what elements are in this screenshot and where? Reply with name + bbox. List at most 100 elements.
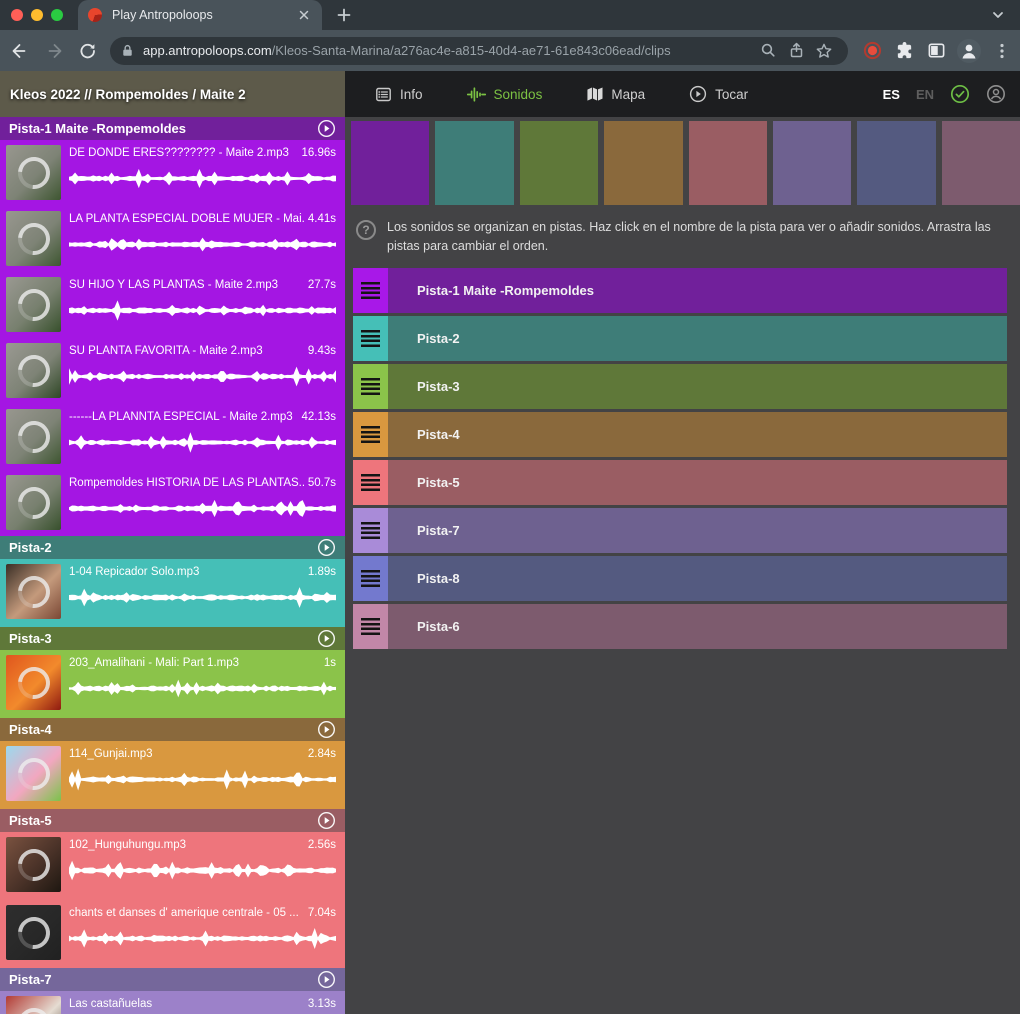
audio-clip[interactable]: 114_Gunjai.mp32.84s (0, 741, 345, 809)
track-color-swatch[interactable] (351, 121, 429, 205)
window-zoom-button[interactable] (51, 9, 63, 21)
audio-clip[interactable]: LA PLANTA ESPECIAL DOBLE MUJER - Mai...4… (0, 206, 345, 272)
back-button[interactable] (4, 36, 34, 66)
clip-body: ------LA PLANNTA ESPECIAL - Maite 2.mp34… (69, 411, 336, 470)
audio-clip[interactable]: chants et danses d' amerique centrale - … (0, 900, 345, 968)
saved-check-icon[interactable] (950, 84, 970, 104)
share-icon[interactable] (782, 37, 810, 65)
clip-body: DE DONDE ERES???????? - Maite 2.mp316.96… (69, 147, 336, 206)
track-row[interactable]: Pista-3 (353, 364, 1007, 409)
map-icon (586, 86, 603, 102)
track-header[interactable]: Pista-5 (0, 809, 345, 832)
track-row[interactable]: Pista-8 (353, 556, 1007, 601)
browser-menu-kebab-icon[interactable] (988, 36, 1016, 66)
account-icon[interactable] (986, 84, 1006, 104)
project-breadcrumb[interactable]: Kleos 2022 // Rompemoldes / Maite 2 (0, 71, 345, 117)
lang-toggle-es[interactable]: ES (883, 87, 900, 102)
clip-duration: 7.04s (308, 907, 336, 919)
track-color-swatch[interactable] (689, 121, 767, 205)
side-panel-icon[interactable] (922, 36, 950, 66)
track-row-label: Pista-4 (417, 427, 460, 442)
track-header[interactable]: Pista-2 (0, 536, 345, 559)
window-minimize-button[interactable] (31, 9, 43, 21)
track-header[interactable]: Pista-1 Maite -Rompemoldes (0, 117, 345, 140)
clip-title: DE DONDE ERES???????? - Maite 2.mp3 (69, 147, 297, 159)
drag-strip[interactable] (353, 508, 388, 553)
track-color-swatch[interactable] (942, 121, 1020, 205)
play-track-button[interactable] (317, 629, 336, 648)
track-color-swatch[interactable] (773, 121, 851, 205)
play-track-button[interactable] (317, 811, 336, 830)
nav-item-sonidos[interactable]: Sonidos (467, 87, 543, 102)
drag-strip[interactable] (353, 268, 388, 313)
help-question-icon[interactable]: ? (356, 220, 376, 240)
play-track-button[interactable] (317, 119, 336, 138)
track-name: Pista-3 (9, 631, 52, 646)
audio-clip[interactable]: 102_Hunguhungu.mp32.56s (0, 832, 345, 900)
track-color-swatch[interactable] (857, 121, 935, 205)
track-color-swatch[interactable] (435, 121, 513, 205)
track-row[interactable]: Pista-7 (353, 508, 1007, 553)
clip-title: 203_Amalihani - Mali: Part 1.mp3 (69, 657, 320, 669)
track-row-body: Pista-6 (388, 604, 1007, 649)
audio-clip[interactable]: 1-04 Repicador Solo.mp31.89s (0, 559, 345, 627)
track-name: Pista-4 (9, 722, 52, 737)
track-header[interactable]: Pista-4 (0, 718, 345, 741)
loader-ring-icon (11, 1001, 56, 1014)
audio-clip[interactable]: Las castañuelas3.13s (0, 991, 345, 1014)
track-row[interactable]: Pista-6 (353, 604, 1007, 649)
new-tab-button[interactable] (332, 3, 356, 27)
zoom-page-icon[interactable] (754, 37, 782, 65)
drag-strip[interactable] (353, 556, 388, 601)
loader-ring-icon (11, 414, 56, 459)
audio-clip[interactable]: SU HIJO Y LAS PLANTAS - Maite 2.mp327.7s (0, 272, 345, 338)
track-row[interactable]: Pista-2 (353, 316, 1007, 361)
drag-strip[interactable] (353, 412, 388, 457)
play-track-button[interactable] (317, 720, 336, 739)
track-header[interactable]: Pista-3 (0, 627, 345, 650)
play-track-button[interactable] (317, 538, 336, 557)
audio-clip[interactable]: DE DONDE ERES???????? - Maite 2.mp316.96… (0, 140, 345, 206)
help-text: Los sonidos se organizan en pistas. Haz … (387, 218, 1006, 257)
forward-button[interactable] (38, 36, 68, 66)
profile-avatar[interactable] (954, 36, 984, 66)
track-name: Pista-5 (9, 813, 52, 828)
waveform (69, 165, 336, 192)
audio-clip[interactable]: Rompemoldes HISTORIA DE LAS PLANTAS...50… (0, 470, 345, 536)
drag-strip[interactable] (353, 604, 388, 649)
screen-record-indicator-icon[interactable] (858, 36, 886, 66)
clip-title-row: 102_Hunguhungu.mp32.56s (69, 839, 336, 851)
reload-button[interactable] (72, 36, 102, 66)
track-row[interactable]: Pista-1 Maite -Rompemoldes (353, 268, 1007, 313)
track-color-swatch[interactable] (520, 121, 598, 205)
tab-search-chevron-icon[interactable] (986, 3, 1010, 27)
track-row[interactable]: Pista-4 (353, 412, 1007, 457)
drag-handle-icon (361, 522, 380, 539)
lang-toggle-en[interactable]: EN (916, 87, 934, 102)
nav-item-info[interactable]: Info (375, 86, 423, 103)
address-bar[interactable]: app.antropoloops.com/Kleos-Santa-Marina/… (110, 37, 848, 65)
clip-duration: 42.13s (301, 411, 336, 423)
clip-title: SU PLANTA FAVORITA - Maite 2.mp3 (69, 345, 304, 357)
drag-strip[interactable] (353, 364, 388, 409)
audio-clip[interactable]: ------LA PLANNTA ESPECIAL - Maite 2.mp34… (0, 404, 345, 470)
nav-item-mapa[interactable]: Mapa (586, 86, 645, 102)
track-name: Pista-7 (9, 972, 52, 987)
track-header[interactable]: Pista-7 (0, 968, 345, 991)
window-close-button[interactable] (11, 9, 23, 21)
browser-tab[interactable]: Play Antropoloops (78, 0, 322, 30)
nav-item-tocar[interactable]: Tocar (689, 85, 748, 103)
sidebar-track-section: Pista-21-04 Repicador Solo.mp31.89s (0, 536, 345, 627)
track-row[interactable]: Pista-5 (353, 460, 1007, 505)
drag-strip[interactable] (353, 316, 388, 361)
track-color-swatch[interactable] (604, 121, 682, 205)
bookmark-star-icon[interactable] (810, 37, 838, 65)
audio-clip[interactable]: 203_Amalihani - Mali: Part 1.mp31s (0, 650, 345, 718)
extensions-puzzle-icon[interactable] (890, 36, 918, 66)
audio-clip[interactable]: SU PLANTA FAVORITA - Maite 2.mp39.43s (0, 338, 345, 404)
clip-body: chants et danses d' amerique centrale - … (69, 907, 336, 968)
clip-title: chants et danses d' amerique centrale - … (69, 907, 304, 919)
drag-strip[interactable] (353, 460, 388, 505)
play-track-button[interactable] (317, 970, 336, 989)
tab-close-icon[interactable] (296, 7, 312, 23)
